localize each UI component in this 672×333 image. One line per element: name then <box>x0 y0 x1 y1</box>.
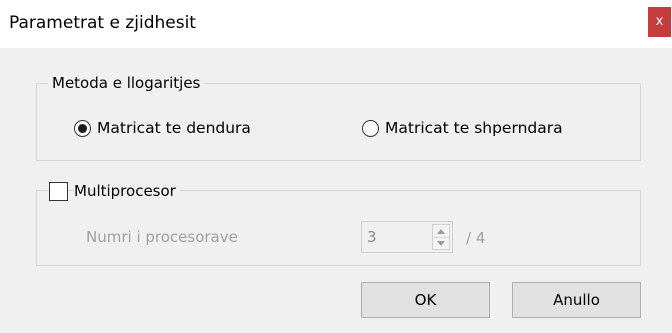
multiprocessor-checkbox-row[interactable]: Multiprocesor <box>49 181 180 201</box>
window-title: Parametrat e zjidhesit <box>9 13 196 33</box>
title-bar: Parametrat e zjidhesit x <box>0 0 672 48</box>
method-group-legend: Metoda e llogaritjes <box>48 73 205 93</box>
processors-stepper[interactable]: 3 <box>361 221 453 253</box>
radio-button-dense[interactable] <box>74 119 91 137</box>
stepper-buttons <box>432 224 450 250</box>
close-icon: x <box>655 14 664 29</box>
cancel-button[interactable]: Anullo <box>512 282 641 318</box>
radio-sparse-matrices[interactable]: Matricat te shperndara <box>362 118 563 138</box>
ok-button[interactable]: OK <box>361 282 490 318</box>
solver-parameters-dialog: Parametrat e zjidhesit x Metoda e llogar… <box>0 0 672 333</box>
stepper-down-button[interactable] <box>433 237 449 249</box>
processors-value: 3 <box>367 228 377 246</box>
processors-max-label: / 4 <box>466 229 486 247</box>
radio-label-sparse: Matricat te shperndara <box>385 119 563 137</box>
close-button[interactable]: x <box>648 7 671 37</box>
chevron-up-icon <box>437 228 445 234</box>
radio-button-sparse[interactable] <box>362 119 379 137</box>
multiprocessor-checkbox[interactable] <box>49 181 68 201</box>
radio-label-dense: Matricat te dendura <box>97 119 251 137</box>
multiprocessor-label: Multiprocesor <box>74 181 180 201</box>
radio-dense-matrices[interactable]: Matricat te dendura <box>74 118 251 138</box>
processors-count-label: Numri i procesorave <box>86 228 238 246</box>
chevron-down-icon <box>437 240 445 246</box>
radio-selected-dot <box>78 123 87 133</box>
